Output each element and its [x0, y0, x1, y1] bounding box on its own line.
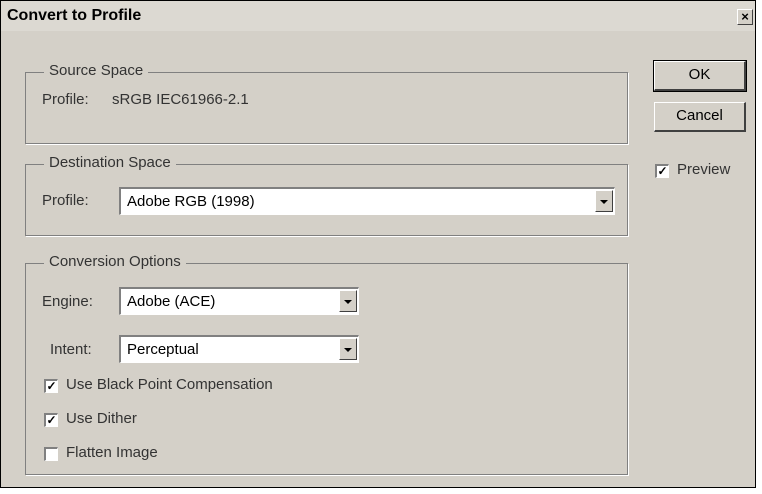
- black-point-checkbox[interactable]: ✓: [44, 379, 58, 393]
- engine-value: Adobe (ACE): [127, 293, 216, 310]
- source-profile-value: sRGB IEC61966-2.1: [112, 91, 249, 108]
- intent-select[interactable]: Perceptual: [119, 335, 359, 363]
- destination-space-group: Destination Space Profile: Adobe RGB (19…: [25, 154, 628, 236]
- checkbox-check-icon: ✓: [46, 379, 57, 393]
- preview-label[interactable]: Preview: [677, 161, 730, 178]
- conversion-options-group: Conversion Options Engine: Adobe (ACE) I…: [25, 253, 628, 475]
- conversion-options-legend: Conversion Options: [44, 253, 186, 270]
- flatten-image-label[interactable]: Flatten Image: [66, 444, 158, 461]
- dropdown-arrow-icon[interactable]: [339, 290, 357, 312]
- intent-label: Intent:: [50, 341, 92, 358]
- source-profile-label: Profile:: [42, 91, 89, 108]
- destination-profile-label: Profile:: [42, 192, 89, 209]
- close-icon[interactable]: ×: [737, 9, 753, 25]
- engine-label: Engine:: [42, 293, 93, 310]
- convert-to-profile-dialog: Convert to Profile × Source Space Profil…: [0, 0, 756, 488]
- dropdown-arrow-icon[interactable]: [339, 338, 357, 360]
- ok-button[interactable]: OK: [653, 60, 747, 92]
- checkbox-check-icon: ✓: [657, 164, 668, 178]
- dialog-title: Convert to Profile: [7, 7, 142, 24]
- intent-value: Perceptual: [127, 341, 199, 358]
- cancel-button[interactable]: Cancel: [654, 102, 746, 132]
- source-space-group: Source Space Profile: sRGB IEC61966-2.1: [25, 62, 628, 144]
- black-point-label[interactable]: Use Black Point Compensation: [66, 376, 273, 393]
- destination-profile-select[interactable]: Adobe RGB (1998): [119, 187, 615, 215]
- dither-label[interactable]: Use Dither: [66, 410, 137, 427]
- preview-checkbox[interactable]: ✓: [655, 164, 669, 178]
- destination-space-legend: Destination Space: [44, 154, 176, 171]
- dropdown-arrow-icon[interactable]: [595, 190, 613, 212]
- checkbox-check-icon: ✓: [46, 413, 57, 427]
- flatten-image-checkbox[interactable]: [44, 447, 58, 461]
- destination-profile-value: Adobe RGB (1998): [127, 193, 255, 210]
- dither-checkbox[interactable]: ✓: [44, 413, 58, 427]
- engine-select[interactable]: Adobe (ACE): [119, 287, 359, 315]
- title-bar[interactable]: Convert to Profile ×: [1, 1, 755, 31]
- source-space-legend: Source Space: [44, 62, 149, 79]
